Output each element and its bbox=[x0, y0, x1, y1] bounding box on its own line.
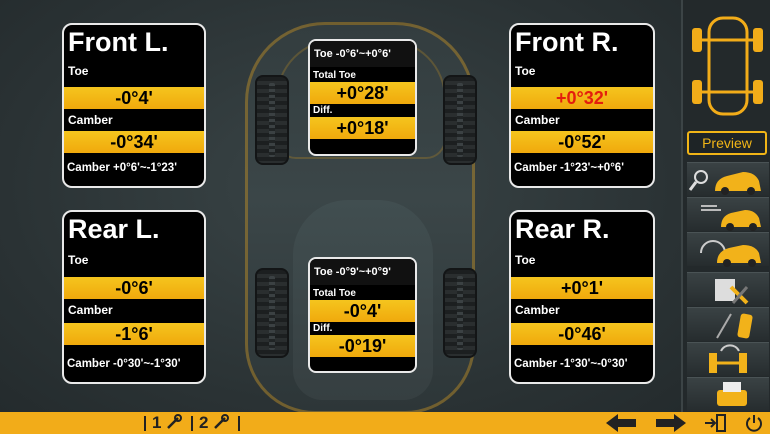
toe-value: -0°6' bbox=[64, 277, 204, 299]
axle-diagram-icon[interactable] bbox=[683, 10, 770, 120]
camber-label: Camber bbox=[68, 113, 113, 127]
rear-left-wheel bbox=[255, 268, 289, 358]
total-toe-label: Total Toe bbox=[313, 288, 356, 299]
preview-button[interactable]: Preview bbox=[687, 131, 767, 155]
forward-arrow-icon[interactable] bbox=[656, 414, 686, 432]
diff-label: Diff. bbox=[313, 323, 333, 334]
camber-adjust-icon bbox=[716, 313, 732, 339]
toe-value: -0°4' bbox=[64, 87, 204, 109]
toe-range: Toe -0°9'~+0°9' bbox=[310, 259, 415, 285]
step-2-label: 2 bbox=[199, 413, 209, 432]
separator bbox=[191, 416, 193, 431]
exit-icon[interactable] bbox=[705, 414, 727, 432]
camber-range: Camber -1°23'~+0°6' bbox=[514, 162, 624, 174]
front-total-toe-panel: Toe -0°6'~+0°6' Total Toe +0°28' Diff. +… bbox=[308, 39, 417, 156]
step-1-button[interactable]: 1 bbox=[152, 412, 183, 434]
rear-right-wheel bbox=[443, 268, 477, 358]
diff-label: Diff. bbox=[313, 105, 333, 116]
total-toe-label: Total Toe bbox=[313, 70, 356, 81]
rear-left-panel: Rear L. Toe -0°6' Camber -1°6' Camber -0… bbox=[62, 210, 206, 384]
alignment-view: Front L. Toe -0°4' Camber -0°34' Camber … bbox=[0, 0, 681, 414]
panel-title: Front L. bbox=[68, 27, 169, 57]
car-icon bbox=[715, 172, 761, 191]
separator bbox=[144, 416, 146, 431]
power-icon[interactable] bbox=[745, 414, 763, 432]
right-sidebar: Preview bbox=[681, 0, 770, 412]
front-right-panel: Front R. Toe +0°32' Camber -0°52' Camber… bbox=[509, 23, 655, 188]
toe-label: Toe bbox=[515, 64, 536, 78]
toe-range: Toe -0°6'~+0°6' bbox=[310, 41, 415, 67]
panel-title: Rear R. bbox=[515, 214, 610, 244]
camber-label: Camber bbox=[515, 113, 560, 127]
toe-label: Toe bbox=[515, 253, 536, 267]
print-button[interactable] bbox=[687, 377, 769, 411]
arrow-icon bbox=[701, 205, 721, 211]
rear-total-toe-panel: Toe -0°9'~+0°9' Total Toe -0°4' Diff. -0… bbox=[308, 257, 417, 373]
camber-label: Camber bbox=[515, 303, 560, 317]
front-left-panel: Front L. Toe -0°4' Camber -0°34' Camber … bbox=[62, 23, 206, 188]
bottom-toolbar: 1 2 bbox=[0, 412, 770, 434]
separator bbox=[238, 416, 240, 431]
rear-right-panel: Rear R. Toe +0°1' Camber -0°46' Camber -… bbox=[509, 210, 655, 384]
diff-value: -0°19' bbox=[310, 335, 415, 357]
total-toe-value: +0°28' bbox=[310, 82, 415, 104]
wrench-icon bbox=[214, 414, 230, 429]
front-right-wheel bbox=[443, 75, 477, 165]
printer-icon bbox=[717, 390, 747, 406]
camber-value: -0°34' bbox=[64, 131, 204, 153]
gauge-car-button[interactable] bbox=[687, 232, 769, 267]
front-left-wheel bbox=[255, 75, 289, 165]
total-toe-value: -0°4' bbox=[310, 300, 415, 322]
camber-adjust-button[interactable] bbox=[687, 307, 769, 341]
gauge-icon bbox=[700, 240, 726, 254]
camber-range: Camber -0°30'~-1°30' bbox=[67, 358, 181, 370]
step-2-button[interactable]: 2 bbox=[199, 412, 230, 434]
toe-label: Toe bbox=[68, 253, 89, 267]
step-1-label: 1 bbox=[152, 413, 162, 432]
lift-car-button[interactable] bbox=[687, 197, 769, 231]
panel-title: Front R. bbox=[515, 27, 619, 57]
wrench-icon bbox=[694, 170, 708, 184]
camber-range: Camber -1°30'~-0°30' bbox=[514, 358, 628, 370]
wrench-icon bbox=[167, 414, 183, 429]
camber-value: -1°6' bbox=[64, 323, 204, 345]
camber-value: -0°46' bbox=[511, 323, 653, 345]
diff-value: +0°18' bbox=[310, 117, 415, 139]
back-arrow-icon[interactable] bbox=[606, 414, 636, 432]
adjust-wrench-button[interactable] bbox=[687, 162, 769, 196]
panel-title: Rear L. bbox=[68, 214, 160, 244]
axle-adjust-button[interactable] bbox=[687, 342, 769, 376]
axle-adjust-icon bbox=[709, 353, 717, 373]
tools-button[interactable] bbox=[687, 272, 769, 306]
camber-label: Camber bbox=[68, 303, 113, 317]
camber-range: Camber +0°6'~-1°23' bbox=[67, 162, 177, 174]
toe-label: Toe bbox=[68, 64, 89, 78]
toe-value: +0°32' bbox=[511, 87, 653, 109]
toe-value: +0°1' bbox=[511, 277, 653, 299]
camber-value: -0°52' bbox=[511, 131, 653, 153]
